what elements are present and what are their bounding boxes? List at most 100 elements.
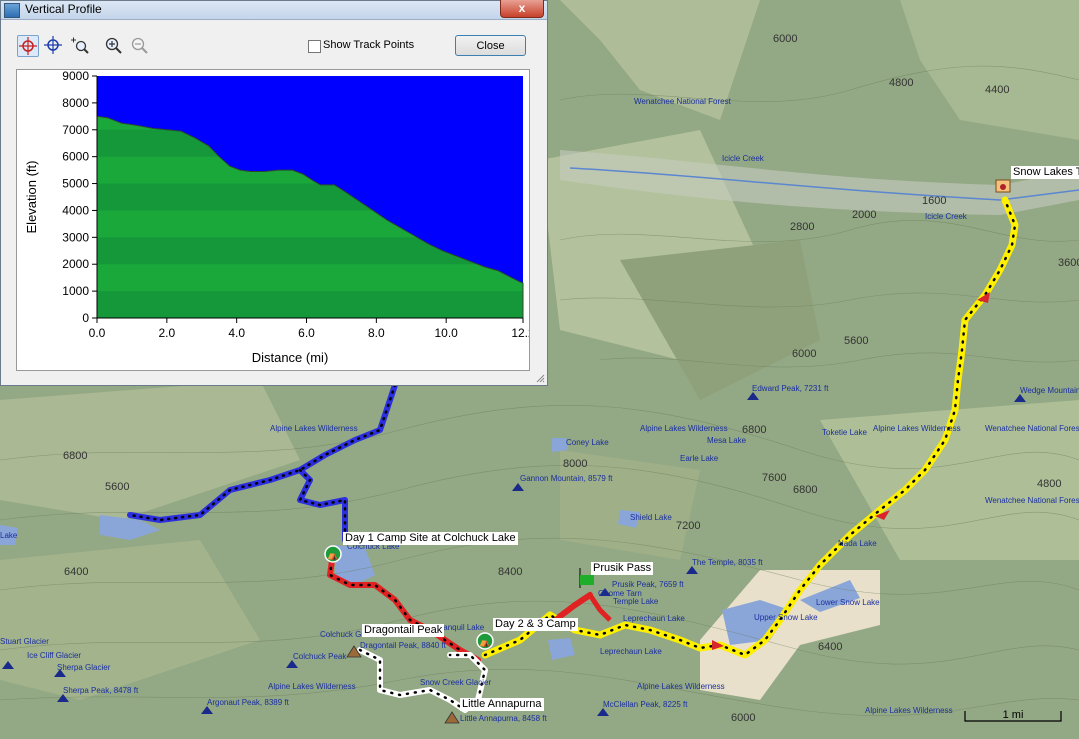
map-feature-label: Wenatchee National Forest — [985, 424, 1079, 433]
contour-elevation-label: 5600 — [844, 335, 869, 347]
x-tick-label: 2.0 — [158, 326, 175, 340]
x-tick-label: 0.0 — [89, 326, 106, 340]
map-feature-label: Wenatchee National Forest — [634, 97, 731, 106]
x-tick-label: 4.0 — [228, 326, 245, 340]
y-tick-label: 4000 — [62, 203, 89, 217]
y-tick-label: 6000 — [62, 150, 89, 164]
contour-elevation-label: 5600 — [105, 481, 130, 493]
map-feature-label: Alpine Lakes Wilderness — [637, 682, 725, 691]
contour-elevation-label: 4400 — [985, 84, 1010, 96]
resize-grip-icon[interactable] — [535, 373, 545, 383]
map-feature-label: Coney Lake — [566, 438, 609, 447]
map-feature-label: Snow Creek Glacier — [420, 678, 492, 687]
contour-elevation-label: 6800 — [742, 424, 767, 436]
y-tick-label: 3000 — [62, 230, 89, 244]
map-feature-label: Leprechaun Lake — [600, 647, 662, 656]
x-tick-label: 10.0 — [435, 326, 459, 340]
waypoint-callout: Prusik Pass — [591, 562, 654, 575]
map-feature-label: Leprechaun Lake — [623, 614, 685, 623]
contour-elevation-label: 6000 — [731, 712, 756, 724]
contour-elevation-label: 2800 — [790, 221, 815, 233]
map-feature-label: Alpine Lakes Wilderness — [268, 682, 356, 691]
contour-elevation-label: 7600 — [762, 472, 787, 484]
contour-elevation-label: 2000 — [852, 209, 877, 221]
zoom-in-icon[interactable] — [103, 35, 125, 57]
map-feature-label: Mesa Lake — [707, 436, 747, 445]
map-feature-label: Sherpa Peak, 8478 ft — [63, 686, 139, 695]
y-tick-label: 7000 — [62, 123, 89, 137]
map-feature-label: Temple Lake — [613, 597, 659, 606]
svg-text:⛺: ⛺ — [327, 551, 338, 561]
waypoint-callout: Dragontail Peak — [362, 624, 445, 637]
map-feature-label: Icicle Creek — [925, 212, 967, 221]
window-close-button[interactable]: x — [500, 0, 544, 18]
contour-elevation-label: 8400 — [498, 566, 523, 578]
close-button[interactable]: Close — [455, 35, 526, 56]
waypoint-callout: Day 1 Camp Site at Colchuck Lake — [343, 532, 518, 545]
scale-label: 1 mi — [1003, 709, 1024, 721]
map-feature-label: Wedge Mountain — [1020, 386, 1079, 395]
waypoint-callout: Day 2 & 3 Camp — [493, 618, 578, 631]
map-feature-label: Shield Lake — [630, 513, 672, 522]
trailhead-icon — [995, 179, 1011, 193]
zoom-out-icon[interactable] — [129, 35, 151, 57]
map-feature-label: Colchuck Peak — [293, 652, 347, 661]
elevation-profile-chart[interactable]: 0 1000 2000 3000 4000 5000 6000 7000 8000 9000 0.0… — [17, 69, 535, 370]
map-feature-label: The Temple, 8035 ft — [692, 558, 763, 567]
contour-elevation-label: 1600 — [922, 195, 947, 207]
contour-elevation-label: 6400 — [64, 566, 89, 578]
campsite-icon: ⛺ — [324, 545, 342, 563]
map-feature-label: Earle Lake — [680, 454, 719, 463]
map-feature-label: Lower Snow Lake — [816, 598, 880, 607]
x-tick-label: 12.2 — [511, 326, 529, 340]
map-feature-label: Sherpa Glacier — [57, 663, 111, 672]
y-tick-label: 9000 — [62, 70, 89, 83]
map-feature-label: Edward Peak, 7231 ft — [752, 384, 829, 393]
contour-elevation-label: 6400 — [818, 641, 843, 653]
contour-elevation-label: 4800 — [1037, 478, 1062, 490]
map-feature-label: Gannon Mountain, 8579 ft — [520, 474, 613, 483]
peak-label: Little Annapurna, 8458 ft — [460, 714, 547, 723]
dialog-titlebar[interactable]: Vertical Profile x — [1, 0, 547, 20]
waypoint-callout: Little Annapurna — [460, 698, 544, 711]
map-feature-label: Alpine Lakes Wilderness — [270, 424, 358, 433]
map-feature-label: Alpine Lakes Wilderness — [640, 424, 728, 433]
contour-elevation-label: 6800 — [793, 484, 818, 496]
peak-label: Dragontail Peak, 8840 ft — [360, 641, 446, 650]
y-tick-label: 1000 — [62, 284, 89, 298]
y-tick-label: 8000 — [62, 96, 89, 110]
x-tick-label: 8.0 — [368, 326, 385, 340]
map-feature-label: Wenatchee National Forest — [985, 496, 1079, 505]
contour-elevation-label: 3600 — [1058, 257, 1079, 269]
contour-elevation-label: 4800 — [889, 77, 914, 89]
map-feature-label: Upper Snow Lake — [754, 613, 818, 622]
y-axis-label: Elevation (ft) — [24, 161, 39, 234]
map-feature-label: Toketie Lake — [822, 428, 867, 437]
vertical-profile-dialog: Vertical Profile x Show Track Points Clo… — [0, 0, 548, 386]
x-axis-label: Distance (mi) — [252, 350, 329, 365]
zoom-region-icon[interactable] — [69, 35, 91, 57]
y-tick-label: 0 — [82, 311, 89, 325]
map-feature-label: McClellan Peak, 8225 ft — [603, 700, 688, 709]
map-feature-label: Prusik Peak, 7659 ft — [612, 580, 684, 589]
y-tick-label: 2000 — [62, 257, 89, 271]
show-track-points-label[interactable]: Show Track Points — [323, 39, 414, 51]
app-icon — [4, 3, 20, 18]
map-scale-bar: 1 mi — [963, 708, 1063, 724]
map-feature-label: Stuart Glacier — [0, 637, 49, 646]
contour-elevation-label: 7200 — [676, 520, 701, 532]
window-title: Vertical Profile — [25, 2, 102, 16]
center-crosshair-icon[interactable] — [43, 35, 65, 57]
show-track-points-checkbox[interactable] — [308, 40, 321, 53]
map-feature-label: Icicle Creek — [722, 154, 764, 163]
contour-elevation-label: 6000 — [792, 348, 817, 360]
x-tick-label: 6.0 — [298, 326, 315, 340]
campsite-icon: ⛺ — [476, 632, 494, 650]
select-crosshair-icon[interactable] — [17, 35, 39, 57]
contour-elevation-label: 6800 — [63, 450, 88, 462]
elevation-band — [97, 291, 523, 318]
contour-elevation-label: 6000 — [773, 33, 798, 45]
map-feature-label: Nada Lake — [838, 539, 877, 548]
elevation-plot-frame: 0 1000 2000 3000 4000 5000 6000 7000 8000 9000 0.0… — [16, 69, 535, 371]
map-feature-label: Alpine Lakes Wilderness — [873, 424, 961, 433]
